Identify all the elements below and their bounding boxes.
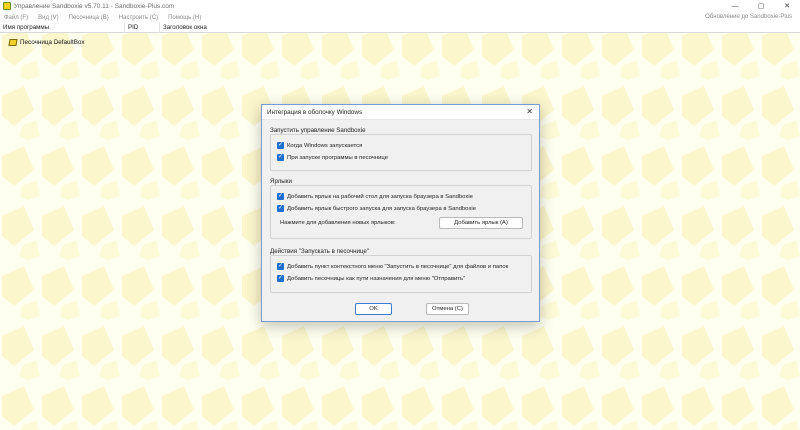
- dialog-close-icon[interactable]: ✕: [526, 107, 533, 116]
- sandboxie-app-icon: [3, 2, 11, 10]
- checkbox-label: Когда Windows запускается: [287, 142, 363, 149]
- checkbox-label: Добавить пункт контекстного меню "Запуст…: [287, 263, 509, 270]
- minimize-button[interactable]: —: [722, 0, 748, 12]
- menu-sandbox[interactable]: Песочница (B): [69, 15, 109, 21]
- group-shortcuts: Ярлыки ✓ Добавить ярлык на рабочий стол …: [270, 178, 532, 239]
- checkbox-checked-icon: ✓: [277, 275, 284, 282]
- checkbox-label: Добавить ярлык быстрого запуска для запу…: [287, 205, 476, 212]
- checkbox-quicklaunch-shortcut[interactable]: ✓ Добавить ярлык быстрого запуска для за…: [277, 205, 476, 212]
- checkbox-checked-icon: ✓: [277, 154, 284, 161]
- menu-view[interactable]: Вид (V): [38, 15, 59, 21]
- checkbox-label: Добавить песочницы как пути назначения д…: [287, 275, 466, 282]
- minimize-icon: —: [731, 2, 739, 10]
- menu-configure[interactable]: Настроить (C): [119, 15, 158, 21]
- close-icon: ✕: [784, 3, 790, 10]
- column-header: Имя программы PID Заголовок окна: [0, 22, 800, 33]
- checkbox-label: При запуске программы в песочнице: [287, 154, 388, 161]
- close-button[interactable]: ✕: [774, 0, 800, 12]
- group-start-sandboxie: Запустить управление Sandboxie ✓ Когда W…: [270, 127, 532, 171]
- group-shortcuts-title: Ярлыки: [270, 178, 294, 185]
- add-shortcut-button[interactable]: Добавить ярлык (A): [439, 217, 523, 229]
- checkbox-checked-icon: ✓: [277, 263, 284, 270]
- window-title: Управление Sandboxie v5.70.11 - Sandboxi…: [14, 2, 175, 10]
- sandbox-icon: [8, 39, 18, 46]
- checkbox-windows-start[interactable]: ✓ Когда Windows запускается: [277, 142, 362, 149]
- title-bar: Управление Sandboxie v5.70.11 - Sandboxi…: [0, 0, 800, 12]
- checkbox-sendto-menu[interactable]: ✓ Добавить песочницы как пути назначения…: [277, 275, 465, 282]
- checkbox-checked-icon: ✓: [277, 193, 284, 200]
- group-run-in-sandbox: Действия "Запускать в песочнице" ✓ Добав…: [270, 248, 532, 293]
- checkbox-context-menu[interactable]: ✓ Добавить пункт контекстного меню "Запу…: [277, 263, 508, 270]
- dialog-title: Интеграция в оболочку Windows: [267, 108, 363, 116]
- group-actions-title: Действия "Запускать в песочнице": [270, 248, 372, 255]
- dialog-title-bar: Интеграция в оболочку Windows ✕: [262, 105, 539, 120]
- maximize-icon: ▢: [757, 3, 765, 10]
- menu-file[interactable]: Файл (F): [4, 15, 28, 21]
- checkbox-checked-icon: ✓: [277, 142, 284, 149]
- column-window-title[interactable]: Заголовок окна: [160, 23, 800, 33]
- cancel-button[interactable]: Отмена (C): [426, 303, 469, 315]
- column-program-name[interactable]: Имя программы: [0, 22, 125, 33]
- shell-integration-dialog: Интеграция в оболочку Windows ✕ Запустит…: [261, 104, 540, 322]
- column-pid[interactable]: PID: [125, 22, 160, 33]
- add-shortcuts-hint: Нажмите для добавления новых ярлыков:: [280, 220, 396, 226]
- tree-item-defaultbox[interactable]: Песочница DefaultBox: [8, 39, 85, 46]
- checkbox-label: Добавить ярлык на рабочий стол для запус…: [287, 193, 473, 200]
- maximize-button[interactable]: ▢: [748, 0, 774, 12]
- group-start-title: Запустить управление Sandboxie: [270, 127, 368, 134]
- ok-button[interactable]: OK: [355, 303, 392, 315]
- window-controls: — ▢ ✕: [722, 0, 800, 12]
- sandbox-label: Песочница DefaultBox: [20, 39, 85, 46]
- menu-bar: Файл (F) Вид (V) Песочница (B) Настроить…: [0, 12, 800, 23]
- checkbox-desktop-shortcut[interactable]: ✓ Добавить ярлык на рабочий стол для зап…: [277, 193, 473, 200]
- menu-help[interactable]: Помощь (H): [168, 15, 201, 21]
- checkbox-checked-icon: ✓: [277, 205, 284, 212]
- update-link[interactable]: Обновление до Sandboxie-Plus: [705, 12, 792, 23]
- checkbox-program-start[interactable]: ✓ При запуске программы в песочнице: [277, 154, 388, 161]
